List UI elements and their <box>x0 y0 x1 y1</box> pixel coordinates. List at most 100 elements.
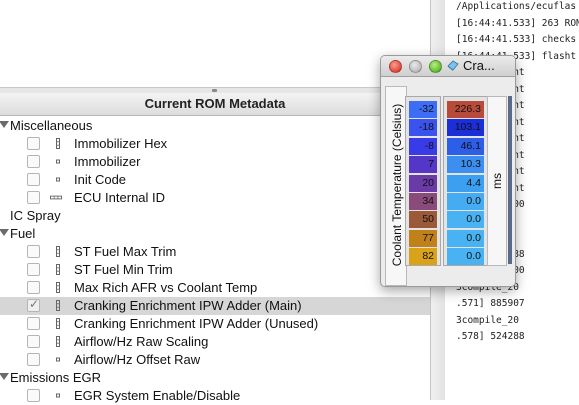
axis-cell[interactable]: -8 <box>409 137 437 155</box>
item-label: Init Code <box>74 172 127 187</box>
dot-icon <box>56 177 60 182</box>
item-label: Cranking Enrichment IPW Adder (Unused) <box>74 316 319 331</box>
tree-category[interactable]: Miscellaneous <box>0 117 430 135</box>
item-label: EGR System Enable/Disable <box>74 388 241 403</box>
y-axis-label: Coolant Temperature (Celsius) <box>390 103 404 267</box>
vertical-bar-icon <box>56 300 60 311</box>
tree-item[interactable]: ✓ Cranking Enrichment IPW Adder (Main) <box>0 297 430 315</box>
item-label: Cranking Enrichment IPW Adder (Main) <box>74 298 302 313</box>
category-label: IC Spray <box>10 208 61 223</box>
dot-icon <box>56 357 60 362</box>
item-checkbox[interactable]: ✓ <box>27 297 40 312</box>
item-label: Airflow/Hz Offset Raw <box>74 352 201 367</box>
vertical-bar-icon <box>56 336 60 347</box>
window-title: Cra... <box>463 58 495 73</box>
item-checkbox[interactable] <box>27 335 40 348</box>
data-values-column: 226.3 103.1 46.1 10.3 4.4 0.0 0.0 0.0 0.0 <box>443 96 489 266</box>
axis-values-column: -32 -18 -8 7 20 34 50 77 82 <box>405 96 441 266</box>
data-cell[interactable]: 0.0 <box>447 193 484 210</box>
category-label: Emissions EGR <box>10 370 102 385</box>
disclosure-triangle-icon[interactable] <box>0 229 9 236</box>
item-checkbox[interactable] <box>27 155 40 168</box>
item-checkbox[interactable] <box>27 281 40 294</box>
data-cell[interactable]: 0.0 <box>447 229 484 247</box>
item-checkbox[interactable] <box>27 137 40 150</box>
log-line: .578] 524288 <box>456 331 525 342</box>
data-cell[interactable]: 0.0 <box>447 211 484 229</box>
item-checkbox[interactable] <box>27 191 40 204</box>
category-label: Miscellaneous <box>10 118 93 133</box>
axis-cell[interactable]: 77 <box>409 229 437 247</box>
item-checkbox[interactable] <box>27 353 40 366</box>
table-icon <box>447 60 459 71</box>
axis-cell[interactable]: 82 <box>409 248 437 266</box>
item-checkbox[interactable] <box>27 317 40 330</box>
tree-item[interactable]: Immobilizer <box>0 153 430 171</box>
axis-cell[interactable]: 20 <box>409 174 437 192</box>
axis-cell[interactable]: 50 <box>409 211 437 229</box>
tree-category[interactable]: IC Spray <box>0 207 430 225</box>
minimize-window-button[interactable] <box>409 60 422 73</box>
unit-label: ms <box>490 173 504 189</box>
axis-cell[interactable]: -32 <box>409 101 437 118</box>
log-line: [16:44:41.533] 263 ROM <box>456 17 579 29</box>
tree-category[interactable]: Fuel <box>0 225 430 243</box>
axis-cell[interactable]: 34 <box>409 193 437 210</box>
axis-cell[interactable]: -18 <box>409 119 437 137</box>
tree-item[interactable]: ST Fuel Min Trim <box>0 261 430 279</box>
unit-label-box: ms <box>487 96 507 266</box>
item-checkbox[interactable] <box>27 245 40 258</box>
tree-header[interactable]: Current ROM Metadata <box>0 93 430 116</box>
window-titlebar[interactable]: Cra... <box>381 56 515 77</box>
item-label: ST Fuel Max Trim <box>74 244 177 259</box>
rom-metadata-tree[interactable]: Current ROM Metadata Miscellaneous Immobi… <box>0 93 430 403</box>
dot-icon <box>56 393 60 398</box>
tree-item[interactable]: Init Code <box>0 171 430 189</box>
horizontal-bar-icon <box>50 195 63 200</box>
data-cell[interactable]: 0.0 <box>447 248 484 266</box>
data-cell[interactable]: 103.1 <box>447 119 484 137</box>
checkmark-icon: ✓ <box>29 297 40 311</box>
window-scrollbar[interactable] <box>508 96 512 264</box>
tree-item[interactable]: Immobilizer Hex <box>0 135 430 153</box>
dot-icon <box>56 159 60 164</box>
vertical-bar-icon <box>56 138 60 149</box>
item-label: Max Rich AFR vs Coolant Temp <box>74 280 258 295</box>
category-label: Fuel <box>10 226 36 241</box>
splitter-grip-icon[interactable] <box>212 89 217 92</box>
vertical-bar-icon <box>56 282 60 293</box>
y-axis-label-box: Coolant Temperature (Celsius) <box>385 86 407 286</box>
item-label: Airflow/Hz Raw Scaling <box>74 334 209 349</box>
log-line: .571] 885907 <box>456 298 525 309</box>
zoom-window-button[interactable] <box>429 60 442 73</box>
top-left-pane <box>0 0 430 90</box>
tree-category[interactable]: Emissions EGR <box>0 369 430 387</box>
vertical-bar-icon <box>56 318 60 329</box>
tree-item[interactable]: ECU Internal ID <box>0 189 430 207</box>
tree-item[interactable]: ST Fuel Max Trim <box>0 243 430 261</box>
item-checkbox[interactable] <box>27 173 40 186</box>
item-label: Immobilizer Hex <box>74 136 168 151</box>
tree-item[interactable]: Cranking Enrichment IPW Adder (Unused) <box>0 315 430 333</box>
disclosure-triangle-icon[interactable] <box>0 121 9 128</box>
tree-item[interactable]: EGR System Enable/Disable <box>0 387 430 405</box>
table-window[interactable]: Cra... Coolant Temperature (Celsius) -32… <box>380 55 516 287</box>
item-checkbox[interactable] <box>27 263 40 276</box>
disclosure-triangle-icon[interactable] <box>0 373 9 380</box>
tree-item[interactable]: Airflow/Hz Raw Scaling <box>0 333 430 351</box>
tree-item[interactable]: Max Rich AFR vs Coolant Temp <box>0 279 430 297</box>
close-window-button[interactable] <box>389 60 402 73</box>
log-line: 3compile_20 <box>456 314 519 326</box>
vertical-bar-icon <box>56 264 60 275</box>
vertical-bar-icon <box>56 246 60 257</box>
item-checkbox[interactable] <box>27 389 40 402</box>
data-cell[interactable]: 4.4 <box>447 174 484 192</box>
item-label: ST Fuel Min Trim <box>74 262 173 277</box>
log-line: /Applications/ecuflas <box>456 1 577 12</box>
data-cell[interactable]: 46.1 <box>447 137 484 155</box>
item-label: Immobilizer <box>74 154 141 169</box>
tree-item[interactable]: Airflow/Hz Offset Raw <box>0 351 430 369</box>
axis-cell[interactable]: 7 <box>409 156 437 174</box>
data-cell[interactable]: 10.3 <box>447 156 484 174</box>
data-cell[interactable]: 226.3 <box>447 101 484 118</box>
